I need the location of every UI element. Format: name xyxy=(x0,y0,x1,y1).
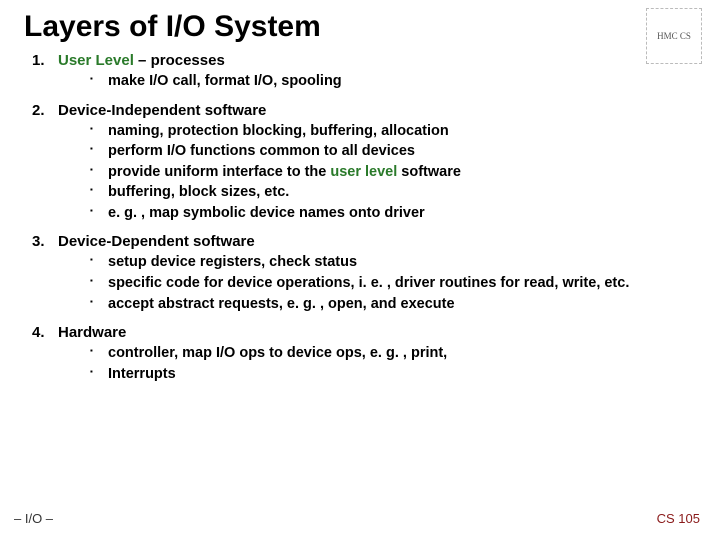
slide-title: Layers of I/O System xyxy=(24,10,696,44)
bullet: accept abstract requests, e. g. , open, … xyxy=(90,295,696,315)
layer-4: 4.Hardware controller, map I/O ops to de… xyxy=(32,324,696,384)
bullet: provide uniform interface to the user le… xyxy=(90,163,696,183)
item-number: 2. xyxy=(32,102,58,119)
item-heading: User Level – processes xyxy=(58,52,225,69)
layer-2: 2.Device-Independent software naming, pr… xyxy=(32,102,696,224)
footer-left: – I/O – xyxy=(14,511,53,526)
bullet: buffering, block sizes, etc. xyxy=(90,183,696,203)
bullet: Interrupts xyxy=(90,365,696,385)
item-heading: Hardware xyxy=(58,324,126,341)
item-number: 4. xyxy=(32,324,58,341)
bullet: setup device registers, check status xyxy=(90,253,696,273)
item-heading: Device-Dependent software xyxy=(58,233,255,250)
item-heading: Device-Independent software xyxy=(58,102,266,119)
bullet: e. g. , map symbolic device names onto d… xyxy=(90,204,696,224)
item-number: 3. xyxy=(32,233,58,250)
bullet: specific code for device operations, i. … xyxy=(90,274,696,294)
layers-list: 1.User Level – processes make I/O call, … xyxy=(32,52,696,384)
bullet: naming, protection blocking, buffering, … xyxy=(90,122,696,142)
footer-right: CS 105 xyxy=(657,511,700,526)
college-logo: HMC CS xyxy=(646,8,702,64)
bullet: perform I/O functions common to all devi… xyxy=(90,142,696,162)
item-number: 1. xyxy=(32,52,58,69)
bullet-list: make I/O call, format I/O, spooling xyxy=(90,72,696,92)
layer-1: 1.User Level – processes make I/O call, … xyxy=(32,52,696,92)
bullet-list: naming, protection blocking, buffering, … xyxy=(90,122,696,224)
bullet: make I/O call, format I/O, spooling xyxy=(90,72,696,92)
layer-3: 3.Device-Dependent software setup device… xyxy=(32,233,696,314)
bullet-list: setup device registers, check status spe… xyxy=(90,253,696,314)
bullet-list: controller, map I/O ops to device ops, e… xyxy=(90,344,696,384)
bullet: controller, map I/O ops to device ops, e… xyxy=(90,344,696,364)
